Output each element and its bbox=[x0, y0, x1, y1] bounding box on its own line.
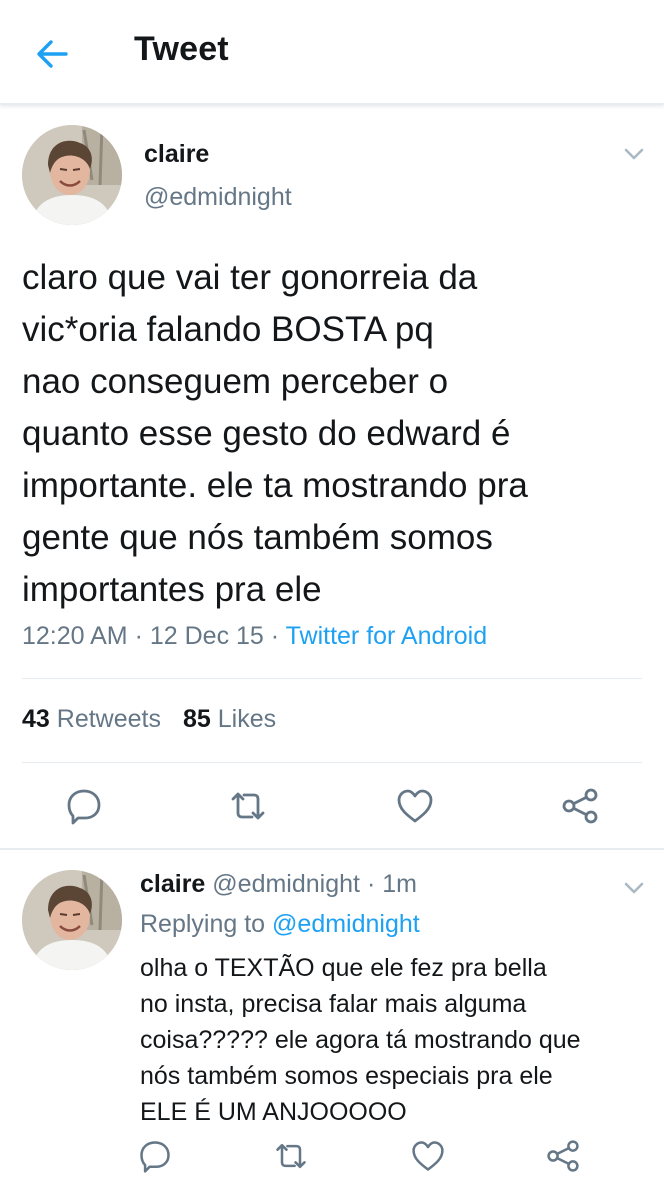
share-icon bbox=[562, 788, 598, 824]
arrow-left-icon bbox=[37, 40, 68, 68]
page-title: Tweet bbox=[134, 30, 229, 68]
tweet-source-link[interactable]: Twitter for Android bbox=[286, 622, 487, 650]
reply-separator: · bbox=[366, 870, 376, 898]
replying-to-label: Replying to bbox=[140, 910, 266, 938]
reply-author-handle[interactable]: @edmidnight bbox=[212, 870, 360, 898]
chevron-down-icon bbox=[624, 148, 644, 160]
profile-photo bbox=[22, 125, 122, 225]
reply-text: olha o TEXTÃO que ele fez pra bella no i… bbox=[140, 954, 581, 1126]
retweet-button[interactable] bbox=[273, 1138, 313, 1178]
avatar[interactable] bbox=[22, 125, 122, 225]
tweet-time: 12:20 AM bbox=[22, 622, 128, 650]
retweets-count: 43 bbox=[22, 705, 50, 733]
like-icon bbox=[412, 1141, 444, 1171]
tweet-text: claro que vai ter gonorreia da vic*oria … bbox=[22, 258, 528, 609]
divider bbox=[22, 678, 642, 679]
likes-count: 85 bbox=[182, 705, 211, 733]
share-icon bbox=[547, 1140, 579, 1172]
reply-avatar[interactable] bbox=[22, 870, 122, 970]
reply-author-name[interactable]: claire bbox=[140, 870, 205, 898]
share-button[interactable] bbox=[560, 786, 600, 826]
reply-menu-button[interactable] bbox=[622, 880, 646, 896]
profile-photo bbox=[22, 870, 122, 970]
back-button[interactable] bbox=[32, 34, 72, 74]
tweet-metadata: 12:20 AM · 12 Dec 15 · Twitter for Andro… bbox=[22, 622, 487, 651]
author-name[interactable]: claire bbox=[144, 140, 209, 169]
reply-time: 1m bbox=[382, 870, 417, 898]
replying-to: Replying to @edmidnight bbox=[140, 910, 420, 939]
reply-button[interactable] bbox=[64, 786, 104, 826]
retweet-button[interactable] bbox=[228, 786, 268, 826]
tweet-date: 12 Dec 15 bbox=[149, 622, 264, 650]
share-button[interactable] bbox=[545, 1138, 585, 1178]
top-bar: Tweet bbox=[0, 0, 664, 105]
author-handle[interactable]: @edmidnight bbox=[144, 183, 292, 212]
retweet-icon bbox=[231, 792, 265, 820]
replying-to-handle[interactable]: @edmidnight bbox=[272, 910, 420, 938]
retweets-stat[interactable]: 43 Retweets bbox=[22, 705, 161, 733]
like-button[interactable] bbox=[395, 786, 435, 826]
like-button[interactable] bbox=[410, 1138, 450, 1178]
retweet-icon bbox=[276, 1143, 306, 1169]
section-divider bbox=[0, 848, 664, 850]
tweet-menu-button[interactable] bbox=[622, 146, 646, 162]
likes-stat[interactable]: 85 Likes bbox=[183, 705, 276, 733]
reply-button[interactable] bbox=[137, 1138, 177, 1178]
reply-icon bbox=[67, 789, 101, 825]
reply-icon bbox=[140, 1141, 170, 1173]
meta-separator: · bbox=[134, 622, 143, 650]
reply-header: claire @edmidnight · 1m bbox=[140, 870, 417, 899]
retweets-label: Retweets bbox=[56, 705, 161, 733]
tweet-stats: 43 Retweets 85 Likes bbox=[22, 705, 276, 734]
likes-label: Likes bbox=[217, 705, 277, 733]
meta-separator: · bbox=[270, 622, 280, 650]
like-icon bbox=[397, 789, 433, 823]
divider bbox=[22, 762, 642, 763]
chevron-down-icon bbox=[624, 882, 644, 894]
